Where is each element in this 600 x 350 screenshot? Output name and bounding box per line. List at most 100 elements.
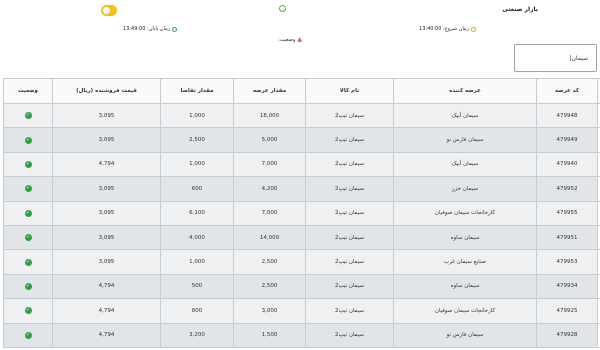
cell-demand: 1,000 — [160, 249, 234, 275]
cell-offer: 14,000 — [233, 224, 306, 251]
cell-demand: 2,500 — [160, 127, 234, 153]
offers-table: کد عرضه عرضه کننده نام کالا مقدار عرضه م… — [3, 78, 600, 349]
market-toggle[interactable] — [101, 5, 117, 16]
cell-price: 3,095 — [52, 224, 161, 251]
cell-offer: 2,500 — [233, 249, 306, 275]
cell-price: 4,794 — [52, 151, 161, 178]
cell-product: سیمان تیپ2 — [305, 200, 394, 226]
cell-demand: 800 — [160, 298, 234, 324]
table-row[interactable]: +479928سیمان فارس نوسیمان تیپ21,5003,200… — [3, 322, 600, 349]
cell-product: سیمان تیپ2 — [305, 176, 394, 202]
table-body: +479948سیمان آبیکسیمان تیپ218,0001,0003,… — [3, 102, 600, 349]
cell-offer: 4,200 — [233, 176, 306, 202]
end-time-label: زمان پایان: 13:49:00 — [123, 26, 171, 32]
cell-status: ✓ — [3, 102, 53, 129]
cell-price: 4,794 — [52, 298, 161, 324]
cell-price: 3,095 — [52, 176, 161, 202]
check-circle-icon: ✓ — [24, 234, 32, 242]
check-circle-icon: ✓ — [24, 307, 32, 315]
cell-code: 479952 — [536, 176, 598, 202]
cell-status: ✓ — [3, 322, 53, 349]
cell-supplier: صنایع سیمان غرب — [393, 249, 537, 275]
cell-supplier: کارخانجات سیمان صوفیان — [393, 298, 537, 324]
cell-code: 479949 — [536, 127, 598, 153]
table-row[interactable]: +479925کارخانجات سیمان صوفیانسیمان تیپ23… — [3, 298, 600, 324]
cell-code: 479940 — [536, 151, 598, 178]
check-circle-icon: ✓ — [24, 112, 32, 120]
cell-status: ✓ — [3, 249, 53, 275]
table-row[interactable]: +479951سیمان ساوهسیمان تیپ214,0004,0003,… — [3, 224, 600, 251]
table-row[interactable]: +479934سیمان ساوهسیمان تیپ22,5005004,794… — [3, 273, 600, 300]
column-header-status[interactable]: وضعیت — [3, 78, 53, 104]
cell-code: 479928 — [536, 322, 598, 349]
cell-product: سیمان تیپ2 — [305, 249, 394, 275]
table-row[interactable]: +479948سیمان آبیکسیمان تیپ218,0001,0003,… — [3, 102, 600, 129]
cell-status: ✓ — [3, 176, 53, 202]
cell-price: 3,095 — [52, 200, 161, 226]
cell-status: ✓ — [3, 127, 53, 153]
clock-icon — [471, 26, 476, 32]
column-header-code[interactable]: کد عرضه — [536, 78, 598, 104]
start-time: زمان شروع: 13:40:00 — [419, 26, 476, 32]
market-status: ▲ وضعیت: — [278, 37, 302, 44]
cell-price: 4,794 — [52, 273, 161, 300]
table-row[interactable]: +479940سیمان آبیکسیمان تیپ27,0001,0004,7… — [3, 151, 600, 178]
check-circle-icon: ✓ — [24, 282, 32, 290]
cell-code: 479955 — [536, 200, 598, 226]
column-header-product[interactable]: نام کالا — [305, 78, 394, 104]
cell-code: 479951 — [536, 224, 598, 251]
cell-price: 4,794 — [52, 322, 161, 349]
column-header-supplier[interactable]: عرضه کننده — [393, 78, 537, 104]
cell-price: 3,095 — [52, 102, 161, 129]
cell-offer: 3,000 — [233, 298, 306, 324]
cell-offer: 2,500 — [233, 273, 306, 300]
cell-product: سیمان تیپ2 — [305, 127, 394, 153]
cell-supplier: سیمان خزر — [393, 176, 537, 202]
table-row[interactable]: +479952سیمان خزرسیمان تیپ24,2006003,095✓ — [3, 176, 600, 202]
cell-supplier: سیمان فارس نو — [393, 322, 537, 349]
cell-supplier: سیمان آبیک — [393, 102, 537, 129]
check-circle-icon: ✓ — [24, 331, 32, 339]
table-header-row: کد عرضه عرضه کننده نام کالا مقدار عرضه م… — [3, 78, 600, 104]
cell-price: 3,095 — [52, 249, 161, 275]
check-circle-icon: ✓ — [24, 160, 32, 168]
check-circle-icon: ✓ — [24, 209, 32, 217]
toggle-knob — [103, 7, 110, 14]
check-circle-icon: ✓ — [24, 258, 32, 266]
check-circle-icon: ✓ — [24, 136, 32, 144]
cell-demand: 600 — [160, 176, 234, 202]
cell-demand: 1,000 — [160, 151, 234, 178]
cell-status: ✓ — [3, 224, 53, 251]
status-label: وضعیت: — [278, 37, 296, 43]
table-row[interactable]: +479953صنایع سیمان غربسیمان تیپ22,5001,0… — [3, 249, 600, 275]
cell-product: سیمان تیپ2 — [305, 322, 394, 349]
cell-code: 479934 — [536, 273, 598, 300]
cell-product: سیمان تیپ2 — [305, 151, 394, 178]
cell-status: ✓ — [3, 298, 53, 324]
cell-price: 3,095 — [52, 127, 161, 153]
column-header-demand[interactable]: مقدار تقاضا — [160, 78, 234, 104]
column-header-price[interactable]: قیمت فروشنده (ریال) — [52, 78, 161, 104]
cell-supplier: سیمان ساوه — [393, 273, 537, 300]
cell-status: ✓ — [3, 200, 53, 226]
cell-demand: 6,100 — [160, 200, 234, 226]
cell-supplier: سیمان آبیک — [393, 151, 537, 178]
cell-code: 479925 — [536, 298, 598, 324]
table-row[interactable]: +479955کارخانجات سیمان صوفیانسیمان تیپ27… — [3, 200, 600, 226]
table-row[interactable]: +479949سیمان فارس نوسیمان تیپ25,0002,500… — [3, 127, 600, 153]
cell-supplier: سیمان ساوه — [393, 224, 537, 251]
market-info-panel: بازار صنعتی زمان شروع: 13:40:00 زمان پای… — [0, 0, 600, 76]
cell-supplier: سیمان فارس نو — [393, 127, 537, 153]
cell-offer: 5,000 — [233, 127, 306, 153]
cell-offer: 7,000 — [233, 151, 306, 178]
column-header-offer[interactable]: مقدار عرضه — [233, 78, 306, 104]
end-time: زمان پایان: 13:49:00 — [123, 26, 178, 32]
search-input[interactable]: سیمان| — [514, 44, 597, 72]
cell-code: 479948 — [536, 102, 598, 129]
cell-offer: 18,000 — [233, 102, 306, 129]
market-title: بازار صنعتی — [502, 6, 538, 13]
cell-demand: 1,000 — [160, 102, 234, 129]
clock-icon — [172, 26, 178, 32]
cell-offer: 1,500 — [233, 322, 306, 349]
cell-product: سیمان تیپ2 — [305, 102, 394, 129]
